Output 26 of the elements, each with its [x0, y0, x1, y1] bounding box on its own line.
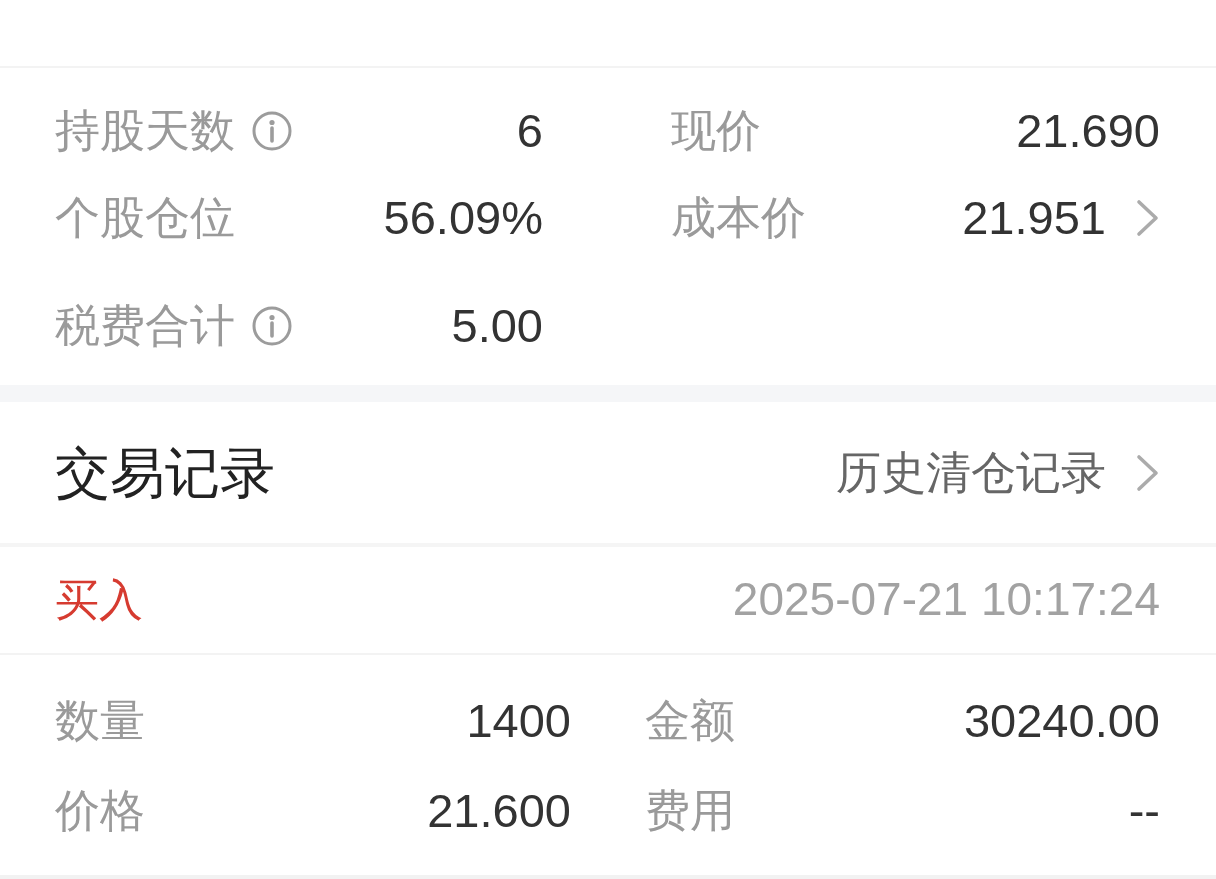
stat-value: 6: [516, 103, 543, 160]
stat-value: 5.00: [451, 298, 543, 355]
chevron-right-icon[interactable]: [1136, 199, 1160, 238]
info-icon[interactable]: [252, 306, 292, 347]
stat-label: 持股天数: [55, 104, 235, 159]
trade-side-label: 买入: [55, 573, 143, 626]
history-link[interactable]: 历史清仓记录: [836, 445, 1160, 500]
field-value: 21.600: [427, 782, 571, 839]
field-label: 费用: [645, 784, 735, 838]
info-icon[interactable]: [252, 111, 292, 152]
stat-value: 21.951: [962, 190, 1106, 247]
stat-label: 成本价: [671, 191, 806, 246]
field-label: 数量: [55, 694, 145, 748]
stat-label: 个股仓位: [55, 191, 235, 246]
field-value: 30240.00: [963, 692, 1160, 749]
stat-label: 税费合计: [55, 299, 235, 354]
field-label: 价格: [55, 784, 145, 838]
field-value: 1400: [466, 692, 571, 749]
stat-value: 56.09%: [383, 190, 543, 247]
field-label: 金额: [645, 694, 735, 748]
stat-label: 现价: [671, 104, 761, 159]
chevron-right-icon[interactable]: [1136, 453, 1160, 492]
stat-value: 21.690: [1016, 103, 1160, 160]
trade-time: 2025-07-21 10:17:24: [732, 572, 1160, 628]
section-title: 交易记录: [55, 440, 275, 506]
field-value: --: [1128, 782, 1160, 839]
